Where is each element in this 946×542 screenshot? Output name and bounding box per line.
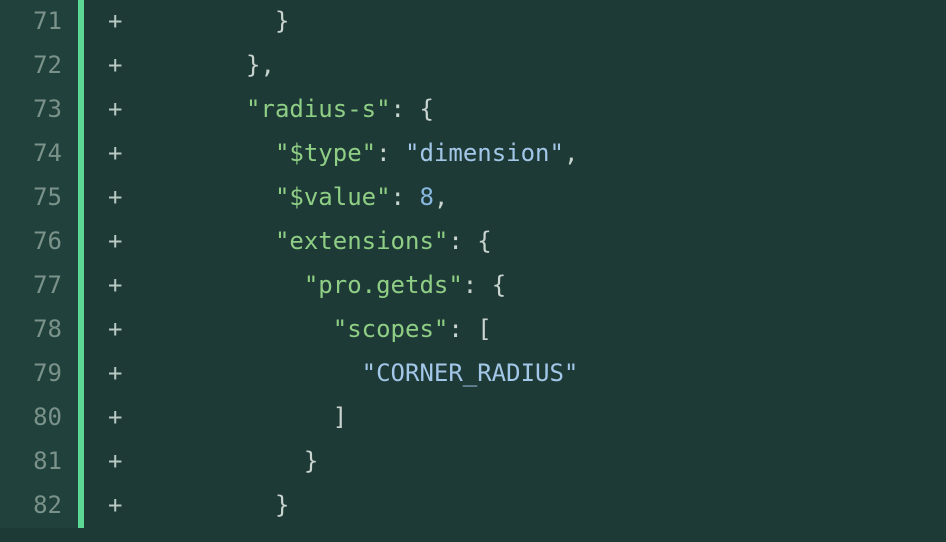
line-number: 81 xyxy=(0,440,78,484)
code-token: "extensions" xyxy=(275,227,448,255)
code-content[interactable]: } xyxy=(130,484,289,528)
diff-container: 71+ }72+ },73+ "radius-s": {74+ "$type":… xyxy=(0,0,946,528)
line-number: 76 xyxy=(0,220,78,264)
code-token: : { xyxy=(463,271,506,299)
code-token xyxy=(130,227,275,255)
diff-marker: + xyxy=(84,132,130,176)
line-number: 71 xyxy=(0,0,78,44)
line-number: 77 xyxy=(0,264,78,308)
code-token: : xyxy=(391,183,420,211)
code-token: } xyxy=(304,447,318,475)
code-token: "$type" xyxy=(275,139,376,167)
code-content[interactable]: "extensions": { xyxy=(130,220,491,264)
code-token xyxy=(130,139,275,167)
code-line[interactable]: 79+ "CORNER_RADIUS" xyxy=(0,352,946,396)
code-token: "dimension" xyxy=(405,139,564,167)
line-number: 78 xyxy=(0,308,78,352)
diff-marker: + xyxy=(84,44,130,88)
code-token xyxy=(130,7,275,35)
line-number: 73 xyxy=(0,88,78,132)
code-token: } xyxy=(275,491,289,519)
code-token xyxy=(130,403,332,431)
code-content[interactable]: "radius-s": { xyxy=(130,88,433,132)
code-token: "scopes" xyxy=(333,315,449,343)
line-number: 79 xyxy=(0,352,78,396)
code-token: : xyxy=(376,139,405,167)
code-line[interactable]: 81+ } xyxy=(0,440,946,484)
code-token: } xyxy=(275,7,289,35)
diff-marker: + xyxy=(84,440,130,484)
code-token xyxy=(130,315,332,343)
line-number: 82 xyxy=(0,484,78,528)
code-token xyxy=(130,51,246,79)
line-number: 80 xyxy=(0,396,78,440)
code-token: 8 xyxy=(419,183,433,211)
diff-marker: + xyxy=(84,308,130,352)
code-token xyxy=(130,183,275,211)
diff-marker: + xyxy=(84,352,130,396)
code-token: , xyxy=(564,139,578,167)
line-number: 75 xyxy=(0,176,78,220)
code-token: "$value" xyxy=(275,183,391,211)
code-token xyxy=(130,95,246,123)
code-token: "pro.getds" xyxy=(304,271,463,299)
code-content[interactable]: "CORNER_RADIUS" xyxy=(130,352,578,396)
code-line[interactable]: 77+ "pro.getds": { xyxy=(0,264,946,308)
diff-marker: + xyxy=(84,484,130,528)
code-line[interactable]: 73+ "radius-s": { xyxy=(0,88,946,132)
code-content[interactable]: "$value": 8, xyxy=(130,176,448,220)
code-token: ] xyxy=(333,403,347,431)
code-content[interactable]: "$type": "dimension", xyxy=(130,132,578,176)
code-token: : { xyxy=(391,95,434,123)
code-line[interactable]: 76+ "extensions": { xyxy=(0,220,946,264)
line-number: 74 xyxy=(0,132,78,176)
code-content[interactable]: ] xyxy=(130,396,347,440)
code-line[interactable]: 72+ }, xyxy=(0,44,946,88)
diff-marker: + xyxy=(84,396,130,440)
code-token xyxy=(130,447,303,475)
code-token: "CORNER_RADIUS" xyxy=(362,359,579,387)
diff-marker: + xyxy=(84,220,130,264)
code-line[interactable]: 75+ "$value": 8, xyxy=(0,176,946,220)
diff-marker: + xyxy=(84,0,130,44)
code-token: }, xyxy=(246,51,275,79)
code-line[interactable]: 82+ } xyxy=(0,484,946,528)
code-token: : [ xyxy=(448,315,491,343)
code-token: , xyxy=(434,183,448,211)
diff-marker: + xyxy=(84,88,130,132)
code-line[interactable]: 71+ } xyxy=(0,0,946,44)
code-line[interactable]: 74+ "$type": "dimension", xyxy=(0,132,946,176)
code-token xyxy=(130,491,275,519)
code-line[interactable]: 80+ ] xyxy=(0,396,946,440)
code-content[interactable]: } xyxy=(130,0,289,44)
code-content[interactable]: "scopes": [ xyxy=(130,308,491,352)
code-content[interactable]: } xyxy=(130,440,318,484)
diff-marker: + xyxy=(84,264,130,308)
code-token: "radius-s" xyxy=(246,95,391,123)
code-line[interactable]: 78+ "scopes": [ xyxy=(0,308,946,352)
code-token xyxy=(130,359,361,387)
diff-marker: + xyxy=(84,176,130,220)
code-token: : { xyxy=(448,227,491,255)
code-token xyxy=(130,271,303,299)
code-content[interactable]: }, xyxy=(130,44,275,88)
line-number: 72 xyxy=(0,44,78,88)
code-content[interactable]: "pro.getds": { xyxy=(130,264,506,308)
